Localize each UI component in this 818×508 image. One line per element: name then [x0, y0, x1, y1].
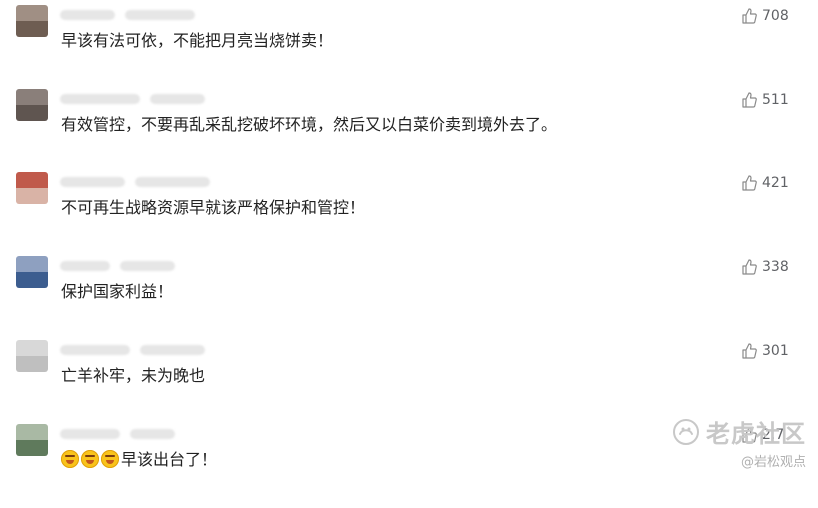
comment-item: 有效管控，不要再乱采乱挖破坏环境，然后又以白菜价卖到境外去了。 511: [0, 89, 818, 173]
like-count: 301: [762, 343, 789, 359]
avatar[interactable]: [16, 5, 48, 37]
laughing-emoji-icon: [101, 450, 119, 468]
avatar-bottom: [16, 272, 48, 288]
thumbs-up-icon: [742, 343, 757, 359]
avatar-bottom: [16, 188, 48, 204]
comment-item: 不可再生战略资源早就该严格保护和管控！ 421: [0, 172, 818, 256]
like-button[interactable]: 511: [741, 90, 789, 110]
like-count: 708: [762, 8, 789, 24]
thumbs-up-icon: [742, 175, 757, 191]
thumbs-up-icon: [742, 427, 757, 443]
comment-text: 不可再生战略资源早就该严格保护和管控！: [61, 198, 366, 217]
comment-text: 保护国家利益！: [61, 282, 174, 301]
blurred-username: [60, 259, 210, 273]
comment-text: 亡羊补牢，未为晚也: [61, 366, 206, 385]
like-count: 2.7: [762, 427, 785, 443]
thumbs-up-icon: [742, 92, 757, 108]
blurred-username: [60, 92, 210, 106]
avatar[interactable]: [16, 340, 48, 372]
comment-item: 早该出台了！ 2.7: [0, 424, 818, 508]
comment-item: 亡羊补牢，未为晚也 301: [0, 340, 818, 424]
like-count: 511: [762, 92, 789, 108]
comment-item: 早该有法可依，不能把月亮当烧饼卖！ 708: [0, 5, 818, 89]
blurred-username: [60, 343, 210, 357]
avatar-top: [16, 340, 48, 356]
like-count: 421: [762, 175, 789, 191]
avatar-top: [16, 424, 48, 440]
blurred-username: [60, 8, 210, 22]
avatar-top: [16, 172, 48, 188]
like-button[interactable]: 338: [741, 257, 789, 277]
thumbs-up-icon: [742, 259, 757, 275]
avatar[interactable]: [16, 256, 48, 288]
comment-text: 早该有法可依，不能把月亮当烧饼卖！: [61, 31, 334, 50]
avatar-top: [16, 5, 48, 21]
like-button[interactable]: 301: [741, 341, 789, 361]
thumbs-up-icon: [742, 8, 757, 24]
like-button[interactable]: 708: [741, 6, 789, 26]
avatar-top: [16, 89, 48, 105]
avatar-top: [16, 256, 48, 272]
laughing-emoji-icon: [81, 450, 99, 468]
avatar-bottom: [16, 105, 48, 121]
avatar[interactable]: [16, 89, 48, 121]
avatar-bottom: [16, 21, 48, 37]
like-count: 338: [762, 259, 789, 275]
avatar-bottom: [16, 440, 48, 456]
comment-text: 早该出台了！: [61, 449, 217, 471]
comment-item: 保护国家利益！ 338: [0, 256, 818, 340]
comment-text-body: 早该出台了！: [121, 450, 218, 469]
like-button[interactable]: 2.7: [741, 425, 784, 445]
blurred-username: [60, 427, 210, 441]
avatar[interactable]: [16, 424, 48, 456]
laughing-emoji-icon: [61, 450, 79, 468]
blurred-username: [60, 175, 210, 189]
avatar[interactable]: [16, 172, 48, 204]
avatar-bottom: [16, 356, 48, 372]
like-button[interactable]: 421: [741, 173, 789, 193]
comment-text: 有效管控，不要再乱采乱挖破坏环境，然后又以白菜价卖到境外去了。: [61, 115, 558, 134]
